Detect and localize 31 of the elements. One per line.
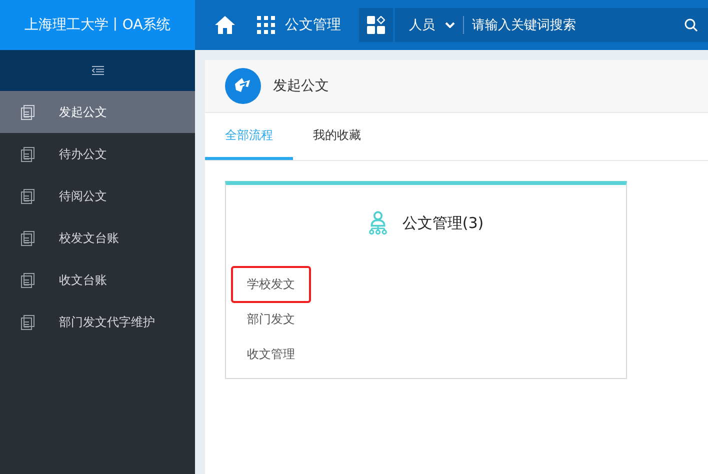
widgets-button[interactable] xyxy=(359,8,393,42)
document-icon xyxy=(21,230,35,246)
page-logo-icon xyxy=(225,68,261,104)
sidebar-item[interactable]: 发起公文 xyxy=(0,91,195,133)
document-icon xyxy=(21,314,35,330)
apps-grid-icon[interactable] xyxy=(257,16,275,34)
search-icon[interactable] xyxy=(684,18,698,32)
document-icon xyxy=(21,188,35,204)
org-chart-icon xyxy=(368,211,388,235)
document-icon xyxy=(21,104,35,120)
chevron-down-icon xyxy=(445,22,455,28)
card-title: 公文管理(3) xyxy=(402,214,484,232)
module-title[interactable]: 公文管理 xyxy=(285,16,341,34)
app-title: 上海理工大学丨OA系统 xyxy=(0,0,195,50)
sidebar-item[interactable]: 待办公文 xyxy=(0,133,195,175)
home-icon[interactable] xyxy=(215,16,235,34)
document-icon xyxy=(21,272,35,288)
sidebar-item[interactable]: 待阅公文 xyxy=(0,175,195,217)
sidebar-item[interactable]: 校发文台账 xyxy=(0,217,195,259)
document-icon xyxy=(21,146,35,162)
flow-link[interactable]: 学校发文 xyxy=(231,266,311,303)
sidebar-item[interactable]: 部门发文代字维护 xyxy=(0,301,195,343)
flow-link[interactable]: 收文管理 xyxy=(231,336,311,373)
tab[interactable]: 我的收藏 xyxy=(293,113,381,160)
search-field[interactable]: 人员 请输入关键词搜索 xyxy=(395,8,708,42)
sidebar-item[interactable]: 收文台账 xyxy=(0,259,195,301)
scope-dropdown[interactable]: 人员 xyxy=(395,16,464,34)
page-title: 发起公文 xyxy=(273,77,329,95)
collapse-menu-icon[interactable] xyxy=(92,66,104,75)
widgets-icon xyxy=(367,16,385,34)
flow-link[interactable]: 部门发文 xyxy=(231,301,311,338)
